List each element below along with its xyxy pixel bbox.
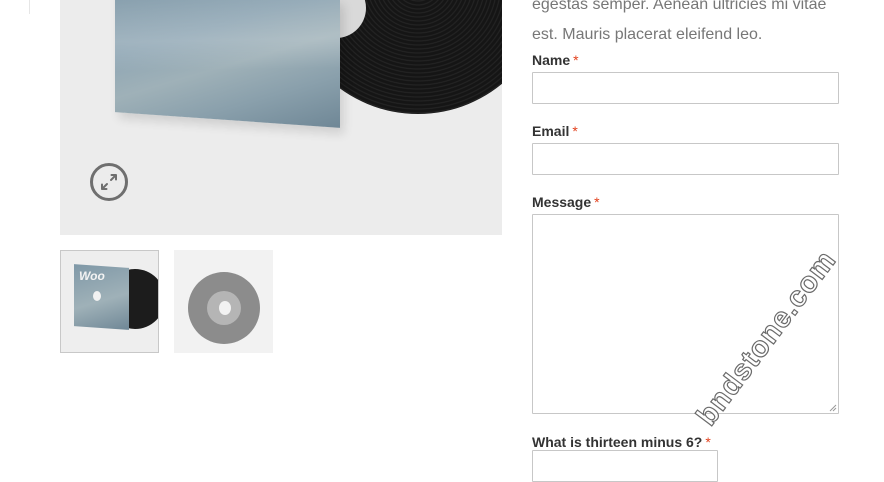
name-input[interactable] [532, 72, 839, 104]
message-textarea[interactable] [532, 214, 839, 414]
required-marker: * [572, 123, 578, 139]
message-label: Message * [532, 194, 600, 210]
product-main-image[interactable] [60, 0, 502, 235]
message-label-text: Message [532, 194, 592, 210]
name-label: Name * [532, 52, 579, 68]
divider-line [29, 0, 30, 14]
thumbnail-album-sleeve[interactable]: Woo [60, 250, 159, 353]
required-marker: * [594, 194, 600, 210]
email-label-text: Email [532, 123, 570, 139]
sleeve-hole [93, 291, 101, 301]
description-line-2: est. Mauris placerat eleifend leo. [532, 26, 763, 43]
description-line-1: egestas semper. Aenean ultricies mi vita… [532, 0, 827, 13]
email-input[interactable] [532, 143, 839, 175]
name-label-text: Name [532, 52, 571, 68]
thumbnail-woo-text: Woo [79, 269, 105, 283]
product-description: egestas semper. Aenean ultricies mi vita… [532, 0, 862, 50]
disc-logo [219, 301, 231, 315]
captcha-label-text: What is thirteen minus 6? [532, 434, 703, 450]
zoom-button[interactable] [90, 163, 128, 201]
required-marker: * [573, 52, 579, 68]
email-label: Email * [532, 123, 578, 139]
album-sleeve-image [115, 0, 340, 128]
captcha-label: What is thirteen minus 6? * [532, 434, 711, 450]
thumbnail-vinyl-disc[interactable] [174, 250, 273, 353]
required-marker: * [705, 434, 711, 450]
expand-arrows-icon [101, 174, 117, 190]
resize-handle-icon[interactable] [829, 404, 837, 412]
captcha-input[interactable] [532, 450, 718, 482]
